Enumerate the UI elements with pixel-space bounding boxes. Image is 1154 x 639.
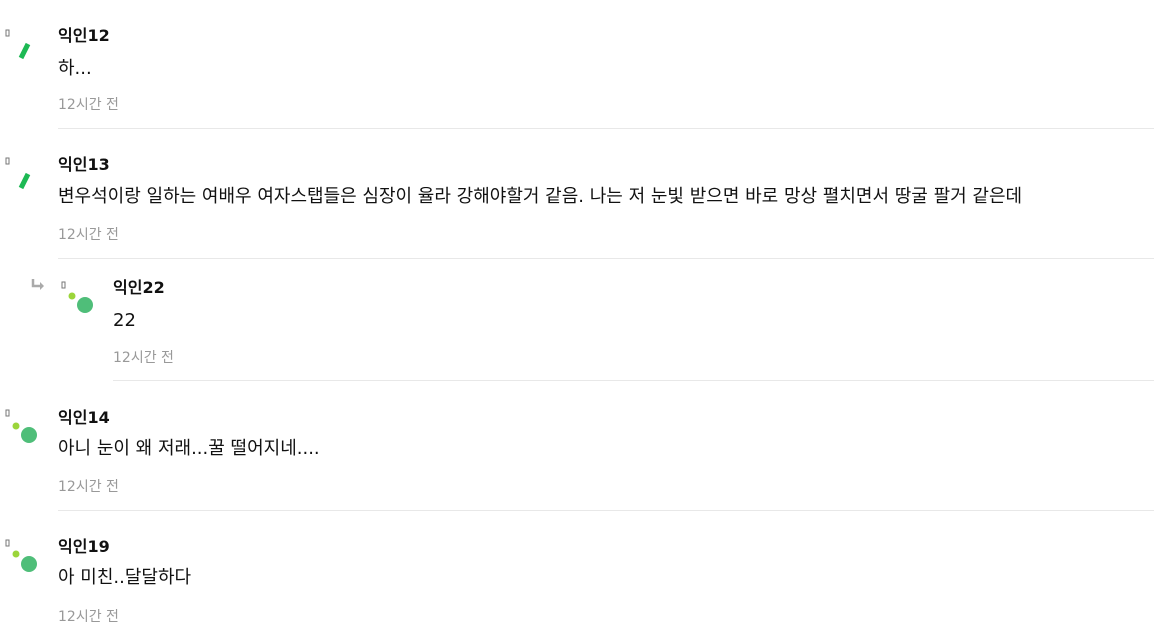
comment-timestamp: 12시간 전 xyxy=(58,479,119,495)
comment-timestamp: 12시간 전 xyxy=(58,97,119,113)
comment-author[interactable]: 익인13 xyxy=(58,155,110,175)
comment-text: 아니 눈이 왜 저래...꿀 떨어지네.... xyxy=(58,438,320,459)
leaf-avatar-icon[interactable] xyxy=(4,156,44,196)
comment-author[interactable]: 익인22 xyxy=(113,278,165,298)
green-dots-avatar-icon[interactable] xyxy=(4,538,44,578)
comment-divider xyxy=(58,510,1154,511)
comment-divider xyxy=(113,380,1154,381)
green-dots-avatar-icon[interactable] xyxy=(60,280,100,320)
comment-timestamp: 12시간 전 xyxy=(58,609,119,625)
leaf-avatar-icon[interactable] xyxy=(4,28,44,68)
comment-author[interactable]: 익인19 xyxy=(58,537,110,557)
comment-timestamp: 12시간 전 xyxy=(113,350,174,366)
comment-divider xyxy=(58,258,1154,259)
comment-author[interactable]: 익인12 xyxy=(58,26,110,46)
comment-divider xyxy=(58,128,1154,129)
comment-text: 하... xyxy=(58,58,92,79)
comment-text: 변우석이랑 일하는 여배우 여자스탭들은 심장이 율라 강해야할거 같음. 나는… xyxy=(58,186,1023,207)
reply-arrow-icon xyxy=(31,279,44,290)
comment-list: 익인12 하... 12시간 전 익인13 변우석이랑 일하는 여배우 여자스탭… xyxy=(0,0,1154,639)
comment-timestamp: 12시간 전 xyxy=(58,227,119,243)
comment-author[interactable]: 익인14 xyxy=(58,408,110,428)
green-dots-avatar-icon[interactable] xyxy=(4,408,44,448)
comment-text: 22 xyxy=(113,310,136,331)
comment-text: 아 미친..달달하다 xyxy=(58,567,192,588)
